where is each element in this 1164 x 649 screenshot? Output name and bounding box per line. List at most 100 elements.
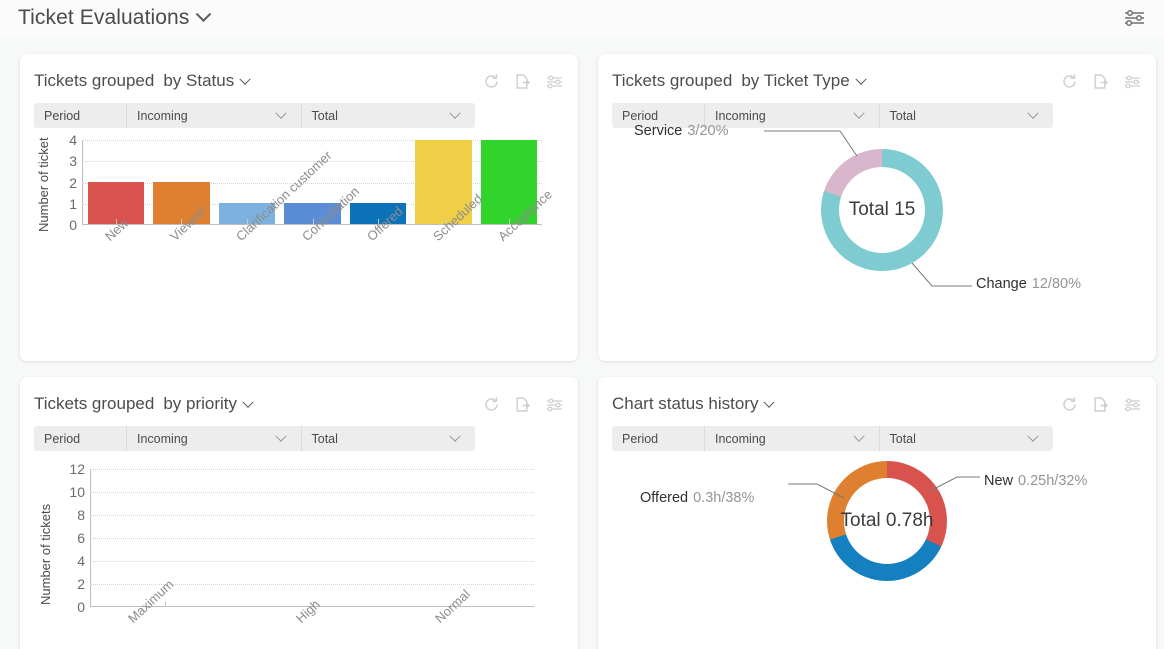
card-title-main: Tickets grouped <box>612 71 733 90</box>
chevron-down-icon[interactable] <box>196 6 212 23</box>
y-axis-tick: 8 <box>77 507 85 523</box>
sliders-icon[interactable] <box>1122 7 1148 29</box>
refresh-icon[interactable] <box>483 396 500 413</box>
y-axis-tick: 6 <box>77 530 85 546</box>
slice-name: New <box>984 473 1014 489</box>
donut-hole: Total 15 <box>839 167 925 253</box>
refresh-icon[interactable] <box>483 73 500 90</box>
donut-slice-label: Offered 0.3h/38% <box>640 490 754 506</box>
sliders-icon[interactable] <box>545 73 564 90</box>
refresh-icon[interactable] <box>1061 396 1078 413</box>
donut-center-label: Total 15 <box>848 199 916 220</box>
export-icon[interactable] <box>1092 396 1109 413</box>
chevron-down-icon <box>1027 430 1039 442</box>
card-title-sub: by Ticket Type <box>741 71 850 90</box>
card-header: Tickets grouped by priority <box>34 389 564 419</box>
sliders-icon[interactable] <box>545 396 564 413</box>
card-title-sub: by priority <box>163 394 238 413</box>
card-tickets-by-ticket-type: Tickets grouped by Ticket Type Period In… <box>598 54 1156 361</box>
bar-slot <box>83 140 149 224</box>
donut-hole: Total 0.78h <box>841 478 933 564</box>
donut-slice-label: Change 12/80% <box>976 276 1081 292</box>
card-tickets-by-priority: Tickets grouped by priority Period Incom… <box>20 377 578 649</box>
y-axis-tick: 0 <box>77 599 85 615</box>
card-header: Tickets grouped by Status <box>34 66 564 96</box>
y-axis-tick: 10 <box>69 484 85 500</box>
bar[interactable] <box>87 182 144 224</box>
donut-chart-ticket-type: Total 15 Service 3/20% Change 12/80% <box>612 123 1142 343</box>
sliders-icon[interactable] <box>1123 396 1142 413</box>
chevron-down-icon[interactable] <box>242 396 254 408</box>
filter-bar: Period Incoming Total <box>612 426 1053 451</box>
card-chart-status-history: Chart status history Period Incoming Tot… <box>598 377 1156 649</box>
card-title-group[interactable]: Tickets grouped by Ticket Type <box>612 71 867 91</box>
plot-area: 0 1 2 3 4 New Viewed Clarification customer Cons… <box>69 132 555 244</box>
header-actions <box>1122 7 1148 29</box>
chevron-down-icon[interactable] <box>239 73 251 85</box>
slice-value: 12/80% <box>1031 276 1081 292</box>
bar-slot <box>239 469 387 606</box>
slice-name: Offered <box>640 490 689 506</box>
donut-chart-status-history: Total 0.78h New 0.25h/32% Offered 0.3h/38% <box>612 451 1142 649</box>
card-title-sub: by Status <box>163 71 235 90</box>
filter-bar: Period Incoming Total <box>34 426 475 451</box>
y-axis-tick: 2 <box>69 174 77 191</box>
slice-value: 0.25h/32% <box>1018 473 1088 489</box>
donut-slice-label: New 0.25h/32% <box>984 473 1087 489</box>
card-title-main: Chart status history <box>612 394 759 413</box>
page-title: Ticket Evaluations <box>18 6 190 29</box>
chevron-down-icon[interactable] <box>763 396 776 408</box>
dashboard-grid: Tickets grouped by Status Period Incomin… <box>0 36 1164 649</box>
card-title-main: Tickets grouped <box>34 71 155 90</box>
donut-slice-label: Service 3/20% <box>634 123 728 139</box>
chevron-down-icon <box>852 430 865 442</box>
card-actions <box>483 73 564 90</box>
y-axis-tick: 0 <box>69 217 77 233</box>
card-title-group[interactable]: Tickets grouped by priority <box>34 394 254 414</box>
bar-chart-status: Number of ticket 0 1 2 3 4 New Viewed Clarifica… <box>34 132 564 334</box>
card-header: Chart status history <box>612 389 1142 419</box>
filter-period-label: Period <box>44 431 81 446</box>
card-actions <box>1061 396 1142 413</box>
card-title-main: Tickets grouped <box>34 394 155 413</box>
export-icon[interactable] <box>514 73 531 90</box>
slice-name: Change <box>976 276 1027 292</box>
export-icon[interactable] <box>1092 73 1109 90</box>
y-axis-tick: 12 <box>69 461 85 477</box>
card-title-group[interactable]: Chart status history <box>612 394 776 414</box>
sliders-icon[interactable] <box>1123 73 1142 90</box>
y-axis-tick: 4 <box>69 132 77 148</box>
export-icon[interactable] <box>514 396 531 413</box>
filter-total-select[interactable]: Total <box>878 103 1054 128</box>
filter-total-select[interactable]: Total <box>300 103 476 128</box>
chevron-down-icon <box>274 107 287 119</box>
filter-period-label: Period <box>622 431 659 446</box>
page-title-group[interactable]: Ticket Evaluations <box>18 6 212 30</box>
chevron-down-icon <box>274 430 287 442</box>
bar-slot <box>386 469 534 606</box>
chevron-down-icon <box>852 107 865 119</box>
filter-incoming-select[interactable]: Incoming <box>704 426 879 451</box>
refresh-icon[interactable] <box>1061 73 1078 90</box>
filter-incoming-select[interactable]: Incoming <box>126 426 301 451</box>
donut-center-label: Total 0.78h <box>840 510 934 531</box>
filter-period-label: Period <box>44 108 81 123</box>
plot-area: 0 2 4 6 8 10 12 Maximum High Normal <box>69 461 534 626</box>
y-axis-tick: 3 <box>69 153 77 170</box>
card-header: Tickets grouped by Ticket Type <box>612 66 1142 96</box>
chevron-down-icon <box>1027 107 1039 119</box>
card-tickets-by-status: Tickets grouped by Status Period Incomin… <box>20 54 578 361</box>
card-title-group[interactable]: Tickets grouped by Status <box>34 71 251 91</box>
filter-total-select[interactable]: Total <box>878 426 1054 451</box>
chevron-down-icon[interactable] <box>855 73 867 85</box>
y-axis-tick: 4 <box>77 553 85 569</box>
filter-incoming-select[interactable]: Incoming <box>704 103 879 128</box>
y-axis-label: Number of ticket <box>36 137 51 232</box>
card-actions <box>483 396 564 413</box>
slice-value: 3/20% <box>687 123 729 139</box>
app-header: Ticket Evaluations <box>0 0 1164 36</box>
slice-value: 0.3h/38% <box>693 490 755 506</box>
filter-total-select[interactable]: Total <box>300 426 476 451</box>
filter-incoming-select[interactable]: Incoming <box>126 103 301 128</box>
slice-name: Service <box>634 123 683 139</box>
